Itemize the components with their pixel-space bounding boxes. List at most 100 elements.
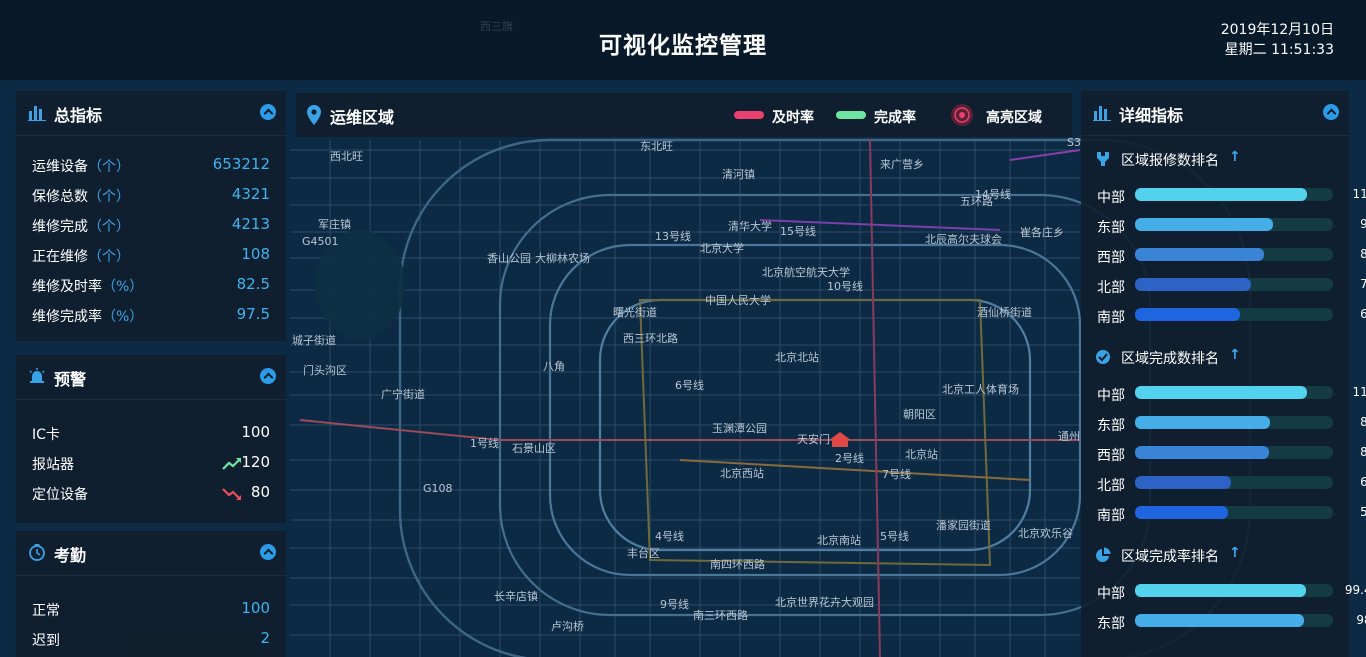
map-place-label: 曙光街道 — [613, 305, 657, 319]
ranking-label: 东部 — [1097, 616, 1125, 632]
map-place-label: 崔各庄乡 — [1020, 225, 1064, 239]
sort-up-icon[interactable]: ↑ — [1229, 149, 1241, 165]
map-place-label: G108 — [423, 482, 453, 495]
map-place-label: 1号线 — [470, 436, 499, 450]
detail-section-header: 区域报修数排名 ↑ — [1081, 136, 1349, 180]
warning-title: 预警 — [54, 370, 87, 389]
map-place-label: G4501 — [302, 235, 339, 248]
map-place-label: S3 — [1067, 136, 1081, 149]
map-place-label: 北京航空航天大学 — [762, 265, 850, 279]
ranking-bar — [1135, 188, 1307, 201]
ranking-value: 684 — [1360, 307, 1366, 321]
map-place-label: 北京大学 — [700, 241, 744, 255]
collapse-attendance-button[interactable] — [260, 544, 276, 560]
summary-label: 维修完成 — [32, 219, 88, 235]
ranking-label: 西部 — [1097, 448, 1125, 464]
warning-panel-header: 预警 — [16, 355, 286, 400]
summary-value: 108 — [241, 245, 270, 263]
ranking-track: 1123 — [1135, 187, 1366, 201]
ranking-label: 中部 — [1097, 190, 1125, 206]
summary-label: 正在维修 — [32, 249, 88, 265]
ranking-row: 中部 1123 — [1081, 180, 1366, 210]
location-pin-icon — [307, 105, 321, 125]
ranking-label: 南部 — [1097, 310, 1125, 326]
map-place-label: 10号线 — [827, 279, 863, 293]
ranking-value: 864 — [1360, 415, 1366, 429]
warning-value: 80 — [250, 483, 270, 501]
map-place-label: 15号线 — [780, 224, 816, 238]
attendance-panel: 考勤 正常 100 迟到 2 — [16, 531, 286, 657]
ranking-row: 北部 618 — [1081, 468, 1366, 498]
map-place-label: 八角 — [543, 360, 565, 373]
map-place-label: 长辛店镇 — [494, 589, 538, 603]
ranking-track: 596 — [1135, 505, 1366, 519]
ranking-bar — [1135, 248, 1264, 261]
summary-label: 维修完成率 — [32, 309, 102, 325]
ranking-bar — [1135, 584, 1306, 597]
ranking-row: 北部 756 — [1081, 270, 1366, 300]
alarm-icon — [29, 368, 45, 383]
ranking-value: 1103 — [1352, 385, 1366, 399]
map-place-label: 北京站 — [905, 447, 938, 461]
summary-value: 653212 — [212, 155, 270, 173]
ranking-value: 99.4% — [1344, 583, 1366, 597]
summary-value: 4321 — [231, 185, 270, 203]
map-place-label: 北京北站 — [775, 350, 819, 364]
ranking-value: 98% — [1356, 613, 1366, 627]
sort-up-icon[interactable]: ↑ — [1229, 545, 1241, 561]
summary-unit: （个） — [88, 189, 130, 205]
map-place-label: 城子街道 — [292, 333, 336, 347]
warning-label: 定位设备 — [32, 487, 88, 503]
ranking-row: 南部 596 — [1081, 498, 1366, 528]
sort-up-icon[interactable]: ↑ — [1229, 347, 1241, 363]
summary-unit: （个） — [88, 249, 130, 265]
ranking-bar — [1135, 386, 1307, 399]
attendance-panel-header: 考勤 — [16, 531, 286, 576]
trend-up-icon — [222, 458, 241, 470]
attendance-label: 迟到 — [32, 633, 60, 649]
ranking-track: 904 — [1135, 217, 1366, 231]
map-place-label: 6号线 — [675, 378, 704, 392]
collapse-warning-button[interactable] — [260, 368, 276, 384]
header-bar: 可视化监控管理 2019年12月10日 星期二 11:51:33 — [0, 0, 1366, 80]
summary-unit: （个） — [88, 159, 130, 175]
ranking-label: 北部 — [1097, 478, 1125, 494]
ranking-bar — [1135, 416, 1270, 429]
attendance-row: 正常 100 — [16, 594, 286, 624]
ranking-label: 东部 — [1097, 418, 1125, 434]
map-place-label: 来广营乡 — [880, 157, 924, 171]
map-place-label: 北辰高尔夫球会 — [925, 232, 1002, 246]
ranking-label: 西部 — [1097, 250, 1125, 266]
detail-section: 区域完成率排名 ↑ 中部 99.4% 东部 98% — [1081, 532, 1366, 640]
ranking-track: 98% — [1135, 613, 1366, 627]
summary-unit: （%） — [102, 279, 144, 295]
map-place-label: 北京西站 — [720, 466, 764, 480]
page-title: 可视化监控管理 — [599, 33, 767, 59]
map-place-label: 西三环北路 — [623, 332, 678, 345]
summary-value: 97.5 — [236, 305, 270, 323]
map-place-label: 9号线 — [660, 597, 689, 611]
map-place-label: 北京欢乐谷 — [1018, 526, 1073, 540]
warning-row: 报站器 120 — [16, 448, 286, 478]
detail-section-title: 区域完成数排名 — [1121, 351, 1219, 367]
ranking-label: 南部 — [1097, 508, 1125, 524]
ranking-row: 东部 864 — [1081, 408, 1366, 438]
ranking-track: 618 — [1135, 475, 1366, 489]
legend-highlight-area[interactable]: 高亮区域 — [986, 107, 1042, 127]
legend-completion-rate[interactable]: 完成率 — [874, 107, 916, 127]
detail-section: 区域报修数排名 ↑ 中部 1123 东部 904 西部 845 — [1081, 136, 1366, 334]
map-place-label: 石景山区 — [512, 442, 556, 455]
map-place-label: 北京工人体育场 — [942, 382, 1019, 396]
map-place-label: 7号线 — [882, 467, 911, 481]
detail-title: 详细指标 — [1119, 106, 1184, 125]
detail-section-title: 区域完成率排名 — [1121, 549, 1219, 565]
ranking-bar — [1135, 614, 1304, 627]
summary-row: 维修完成（个） 4213 — [16, 210, 286, 240]
ranking-value: 904 — [1360, 217, 1366, 231]
collapse-summary-button[interactable] — [260, 104, 276, 120]
summary-title: 总指标 — [54, 106, 103, 125]
ranking-value: 845 — [1360, 247, 1366, 261]
legend-timely-rate[interactable]: 及时率 — [772, 107, 814, 127]
collapse-detail-button[interactable] — [1323, 104, 1339, 120]
wrench-icon — [1097, 152, 1109, 166]
